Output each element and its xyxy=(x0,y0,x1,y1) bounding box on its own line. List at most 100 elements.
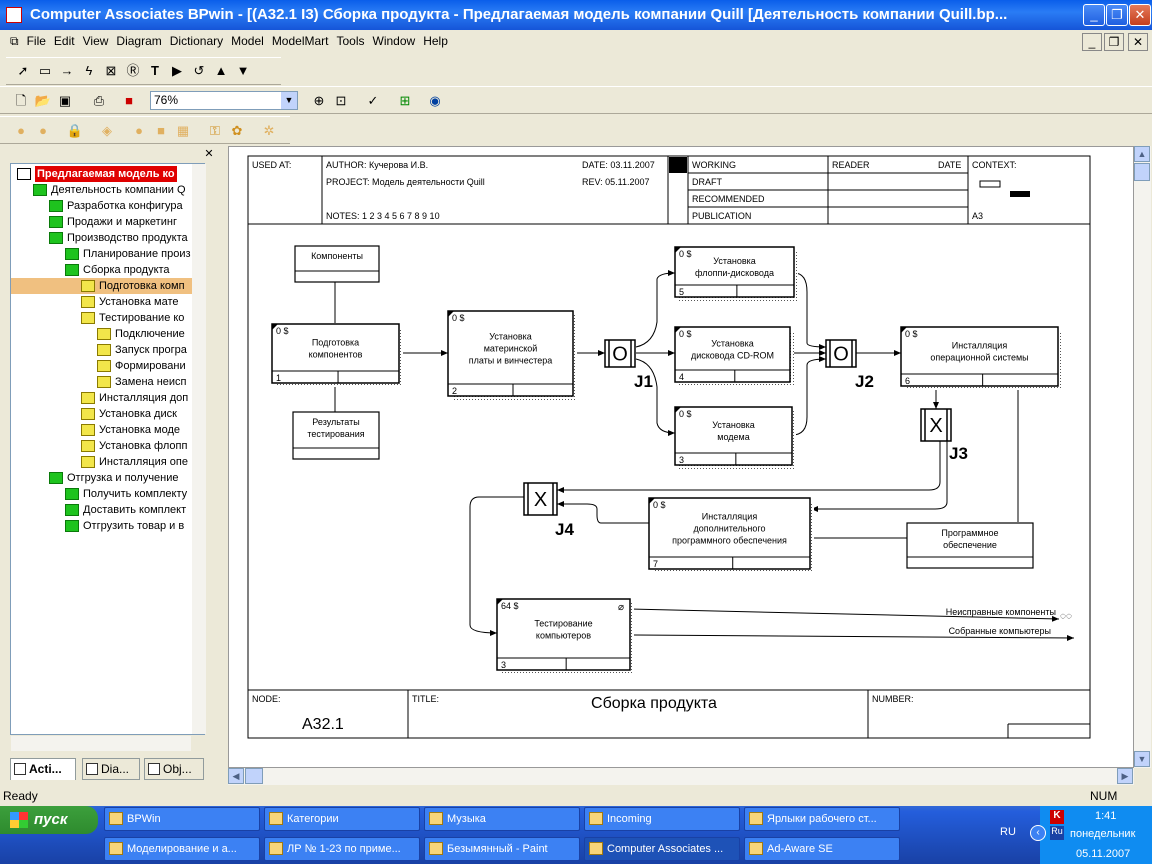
taskbar-button[interactable]: Моделирование и а... xyxy=(104,837,260,861)
report-icon[interactable]: ⚿ xyxy=(206,122,224,140)
tree-item[interactable]: Отгрузка и получение xyxy=(49,470,204,486)
down-icon[interactable]: ▼ xyxy=(234,62,252,80)
tree-item[interactable]: Продажи и маркетинг xyxy=(49,214,204,230)
app-icon[interactable] xyxy=(6,7,22,23)
tree-item[interactable]: Доставить комплект xyxy=(65,502,204,518)
taskbar-button[interactable]: Музыка xyxy=(424,807,580,831)
taskbar-button[interactable]: BPWin xyxy=(104,807,260,831)
tree-item[interactable]: Формировани xyxy=(97,358,204,374)
minimize-button[interactable]: _ xyxy=(1083,4,1105,26)
junction-icon[interactable]: ⊠ xyxy=(102,62,120,80)
tree-item[interactable]: Подготовка комп xyxy=(11,278,204,294)
report2-icon[interactable]: ✿ xyxy=(228,122,246,140)
lang-indicator[interactable]: RU xyxy=(1000,826,1016,838)
pane-close-icon[interactable]: ✕ xyxy=(203,148,215,160)
squiggle-icon[interactable]: ϟ xyxy=(80,62,98,80)
taskbar-button[interactable]: Ad-Aware SE xyxy=(744,837,900,861)
taskbar-button[interactable]: Категории xyxy=(264,807,420,831)
arrow-icon[interactable]: → xyxy=(58,62,76,80)
tree-item[interactable]: Замена неисп xyxy=(97,374,204,390)
doc-restore-button[interactable]: ❐ xyxy=(1104,33,1124,51)
menu-modelmart[interactable]: ModelMart xyxy=(268,31,333,48)
language-icon[interactable]: Ru xyxy=(1050,826,1064,840)
open-icon[interactable]: 📂 xyxy=(34,92,52,110)
tab-diagrams[interactable]: Dia... xyxy=(82,758,140,780)
diagram-hscroll[interactable]: ◀ ▶ xyxy=(228,768,1134,785)
tree-item[interactable]: Установка флопп xyxy=(81,438,204,454)
activity-box[interactable]: 0 $ 5 Установка флоппи-дисковода xyxy=(674,246,798,301)
activity-box[interactable]: 0 $ 3 Установка модема xyxy=(674,406,796,469)
save-icon[interactable]: ▣ xyxy=(56,92,74,110)
kaspersky-icon[interactable]: K xyxy=(1050,810,1064,824)
tree-item[interactable]: Запуск програ xyxy=(97,342,204,358)
tree-item[interactable]: Деятельность компании Q xyxy=(33,182,204,198)
idef0-diagram[interactable]: USED AT: AUTHOR: Кучерова И.В. PROJECT: … xyxy=(229,147,1133,767)
box-icon[interactable]: ▭ xyxy=(36,62,54,80)
chevron-down-icon[interactable]: ▼ xyxy=(281,92,297,109)
new-icon[interactable]: 🗋 xyxy=(12,92,30,110)
tree-hscroll[interactable] xyxy=(11,736,191,751)
menu-view[interactable]: View xyxy=(79,31,113,48)
close-button[interactable]: ✕ xyxy=(1129,4,1151,26)
model-explorer-icon[interactable]: ⊞ xyxy=(396,92,414,110)
menu-model[interactable]: Model xyxy=(227,31,268,48)
tab-objects[interactable]: Obj... xyxy=(144,758,204,780)
scroll-up-icon[interactable]: ▲ xyxy=(1134,146,1150,162)
tree-item[interactable]: Сборка продукта xyxy=(65,262,204,278)
menu-dictionary[interactable]: Dictionary xyxy=(166,31,227,48)
color-icon[interactable]: ■ xyxy=(120,92,138,110)
spell-icon[interactable]: ✓ xyxy=(364,92,382,110)
zoom-select[interactable]: 76% ▼ xyxy=(150,91,298,110)
activity-box[interactable]: 0 $ 7 Инсталляция дополнительного программно… xyxy=(648,497,814,573)
tree-item[interactable]: Производство продукта xyxy=(49,230,204,246)
tree-item[interactable]: Предлагаемая модель ко xyxy=(17,166,204,182)
tab-activities[interactable]: Acti... xyxy=(10,758,76,780)
referent-box[interactable]: Программное обеспечение xyxy=(906,522,1034,569)
activity-box[interactable]: 0 $ 2 Установка материнской платы и винчесте… xyxy=(447,310,577,400)
print-icon[interactable]: ⎙ xyxy=(90,92,108,110)
zoom-fit-icon[interactable]: ⊡ xyxy=(332,92,350,110)
taskbar-button[interactable]: Computer Associates ... xyxy=(584,837,740,861)
activity-box[interactable]: 0 $ 1 Подготовка компонентов xyxy=(271,323,403,387)
clock-time[interactable]: 1:41 xyxy=(1095,810,1116,822)
hscroll-thumb[interactable] xyxy=(245,768,263,784)
referent-box[interactable]: Компоненты xyxy=(294,245,380,283)
tree-item[interactable]: Отгрузить товар и в xyxy=(65,518,204,534)
zoom-in-icon[interactable]: ⊕ xyxy=(310,92,328,110)
doc-icon[interactable]: ⧉ xyxy=(0,31,23,49)
pointer-icon[interactable]: ➚ xyxy=(14,62,32,80)
tree-item[interactable]: Тестирование ко xyxy=(81,310,204,326)
diagram-vscroll[interactable]: ▲ ▼ xyxy=(1134,146,1151,768)
taskbar-button[interactable]: Ярлыки рабочего ст... xyxy=(744,807,900,831)
activity-box[interactable]: 0 $ 6 Инсталляция операционной системы xyxy=(900,326,1062,390)
taskbar-button[interactable]: ЛР № 1-23 по приме... xyxy=(264,837,420,861)
modelmart-icon[interactable]: ◉ xyxy=(426,92,444,110)
tree-item[interactable]: Получить комплекту xyxy=(65,486,204,502)
referent-icon[interactable]: Ⓡ xyxy=(124,62,142,80)
scroll-left-icon[interactable]: ◀ xyxy=(228,768,244,784)
tree-item[interactable]: Установка диск xyxy=(81,406,204,422)
taskbar-button[interactable]: Безымянный - Paint xyxy=(424,837,580,861)
tree-item[interactable]: Установка мате xyxy=(81,294,204,310)
maximize-button[interactable]: ❐ xyxy=(1106,4,1128,26)
scroll-down-icon[interactable]: ▼ xyxy=(1134,751,1150,767)
referent-box[interactable]: Результаты тестирования xyxy=(292,411,380,460)
title-bar[interactable]: Computer Associates BPwin - [(A32.1 I3) … xyxy=(0,0,1152,30)
menu-diagram[interactable]: Diagram xyxy=(112,31,165,48)
doc-close-button[interactable]: ✕ xyxy=(1128,33,1148,51)
scroll-thumb[interactable] xyxy=(1134,163,1150,181)
doc-minimize-button[interactable]: _ xyxy=(1082,33,1102,51)
go-to-parent-icon[interactable]: ↺ xyxy=(190,62,208,80)
menu-help[interactable]: Help xyxy=(419,31,452,48)
tray-expand-icon[interactable]: ‹ xyxy=(1030,825,1046,841)
go-to-child-icon[interactable]: ▶ xyxy=(168,62,186,80)
tree-item[interactable]: Инсталляция опе xyxy=(81,454,204,470)
menu-file[interactable]: File xyxy=(23,31,50,48)
activity-box[interactable]: 64 $ 3 Тестирование компьютеров ⌀ xyxy=(496,598,634,674)
menu-edit[interactable]: Edit xyxy=(50,31,79,48)
tree-item[interactable]: Инсталляция доп xyxy=(81,390,204,406)
diagram-window[interactable]: USED AT: AUTHOR: Кучерова И.В. PROJECT: … xyxy=(228,146,1134,768)
tree-item[interactable]: Планирование произ xyxy=(65,246,204,262)
text-icon[interactable]: T xyxy=(146,62,164,80)
scroll-right-icon[interactable]: ▶ xyxy=(1117,768,1133,784)
